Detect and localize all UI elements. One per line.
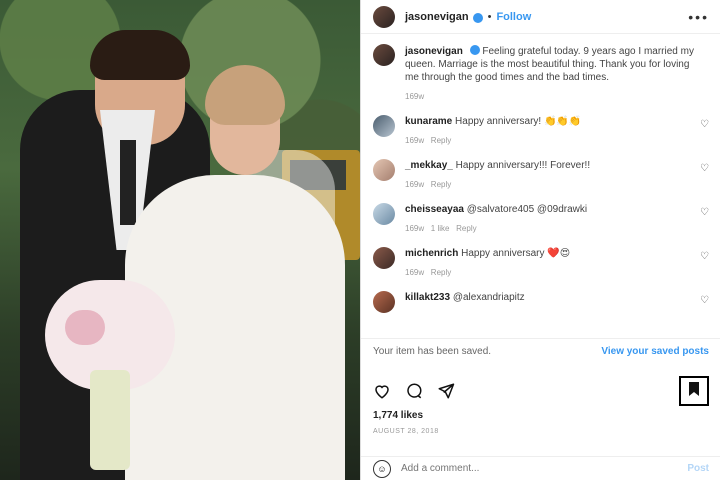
caption-body: jasonevigan Feeling grateful today. 9 ye… (405, 44, 695, 103)
comment-text: Happy anniversary! 👏👏👏 (455, 116, 582, 127)
comment-avatar[interactable] (373, 291, 395, 313)
comment-meta: 169w Reply (405, 178, 695, 191)
comment-body: michenrich Happy anniversary ❤️😍 169w Re… (405, 247, 695, 279)
comment-username[interactable]: kunarame (405, 116, 452, 127)
caption: jasonevigan Feeling grateful today. 9 ye… (373, 44, 709, 103)
emoji-icon[interactable]: ☺ (373, 459, 391, 478)
view-saved-posts-link[interactable]: View your saved posts (601, 346, 709, 357)
saved-notification: Your item has been saved. View your save… (361, 338, 720, 364)
add-comment-bar: ☺ Post (361, 456, 720, 480)
post-comment-button[interactable]: Post (687, 463, 709, 474)
reply-button[interactable]: Reply (431, 180, 451, 189)
author-username[interactable]: jasonevigan (405, 11, 469, 23)
comment-body: killakt233 @alexandriapitz (405, 291, 695, 313)
comment-item: killakt233 @alexandriapitz ♡ (373, 291, 709, 313)
comment-meta: 169w 1 like Reply (405, 222, 695, 235)
reply-button[interactable]: Reply (431, 136, 451, 145)
comment-like-heart-icon[interactable]: ♡ (700, 295, 709, 306)
caption-author-avatar[interactable] (373, 44, 395, 66)
verified-badge-icon (469, 45, 480, 55)
comments-feed[interactable]: jasonevigan Feeling grateful today. 9 ye… (361, 34, 720, 334)
comment-avatar[interactable] (373, 115, 395, 137)
post-actions (361, 376, 720, 406)
comment-time[interactable]: 169w (405, 136, 424, 145)
post-header: jasonevigan • Follow ••• (361, 0, 720, 34)
reply-button[interactable]: Reply (456, 224, 476, 233)
comment-username[interactable]: killakt233 (405, 292, 450, 303)
post-side-panel: jasonevigan • Follow ••• jasonevigan Fee… (360, 0, 720, 480)
verified-badge-icon (472, 12, 483, 23)
comment-like-heart-icon[interactable]: ♡ (700, 207, 709, 218)
comment-meta: 169w Reply (405, 266, 695, 279)
post-photo[interactable] (0, 0, 360, 480)
comment-avatar[interactable] (373, 247, 395, 269)
comment-time[interactable]: 169w (405, 224, 424, 233)
bookmark-icon (687, 381, 701, 402)
heart-icon[interactable] (373, 382, 391, 400)
comment-like-heart-icon[interactable]: ♡ (700, 119, 709, 130)
header-separator: • (487, 10, 492, 23)
share-icon[interactable] (437, 382, 455, 400)
caption-time[interactable]: 169w (405, 90, 695, 103)
comment-avatar[interactable] (373, 159, 395, 181)
comment-username[interactable]: michenrich (405, 248, 458, 259)
comment-like-heart-icon[interactable]: ♡ (700, 251, 709, 262)
comment-text: @salvatore405 @09drawki (466, 204, 588, 215)
bookmark-button[interactable] (679, 376, 709, 406)
author-avatar[interactable] (373, 5, 395, 28)
comment-body: cheisseayaa @salvatore405 @09drawki 169w… (405, 203, 695, 235)
likes-count[interactable]: 1,774 likes (373, 410, 423, 421)
comment-icon[interactable] (405, 382, 423, 400)
reply-button[interactable]: Reply (431, 268, 451, 277)
photo-groom-tie (120, 140, 136, 225)
comment-avatar[interactable] (373, 203, 395, 225)
comment-item: kunarame Happy anniversary! 👏👏👏 169w Rep… (373, 115, 709, 147)
comment-time[interactable]: 169w (405, 180, 424, 189)
comment-like-heart-icon[interactable]: ♡ (700, 163, 709, 174)
comment-meta: 169w Reply (405, 134, 695, 147)
comment-text: @alexandriapitz (452, 292, 525, 303)
more-icon[interactable]: ••• (688, 9, 709, 25)
comment-item: michenrich Happy anniversary ❤️😍 169w Re… (373, 247, 709, 279)
saved-message: Your item has been saved. (373, 346, 492, 357)
comment-text: Happy anniversary!!! Forever!! (455, 160, 591, 171)
comment-item: cheisseayaa @salvatore405 @09drawki 169w… (373, 203, 709, 235)
comment-text: Happy anniversary ❤️😍 (461, 248, 571, 259)
comment-likes[interactable]: 1 like (431, 224, 450, 233)
caption-username[interactable]: jasonevigan (405, 46, 463, 57)
comment-username[interactable]: _mekkay_ (405, 160, 453, 171)
instagram-post-view: jasonevigan • Follow ••• jasonevigan Fee… (0, 0, 720, 480)
comment-username[interactable]: cheisseayaa (405, 204, 464, 215)
comment-item: _mekkay_ Happy anniversary!!! Forever!! … (373, 159, 709, 191)
follow-button[interactable]: Follow (496, 11, 531, 23)
comment-time[interactable]: 169w (405, 268, 424, 277)
photo-groom-hair (90, 30, 190, 80)
photo-bouquet-ribbon (90, 370, 130, 470)
comment-body: _mekkay_ Happy anniversary!!! Forever!! … (405, 159, 695, 191)
post-date: AUGUST 28, 2018 (373, 428, 439, 435)
comment-input[interactable] (401, 463, 688, 474)
comment-body: kunarame Happy anniversary! 👏👏👏 169w Rep… (405, 115, 695, 147)
